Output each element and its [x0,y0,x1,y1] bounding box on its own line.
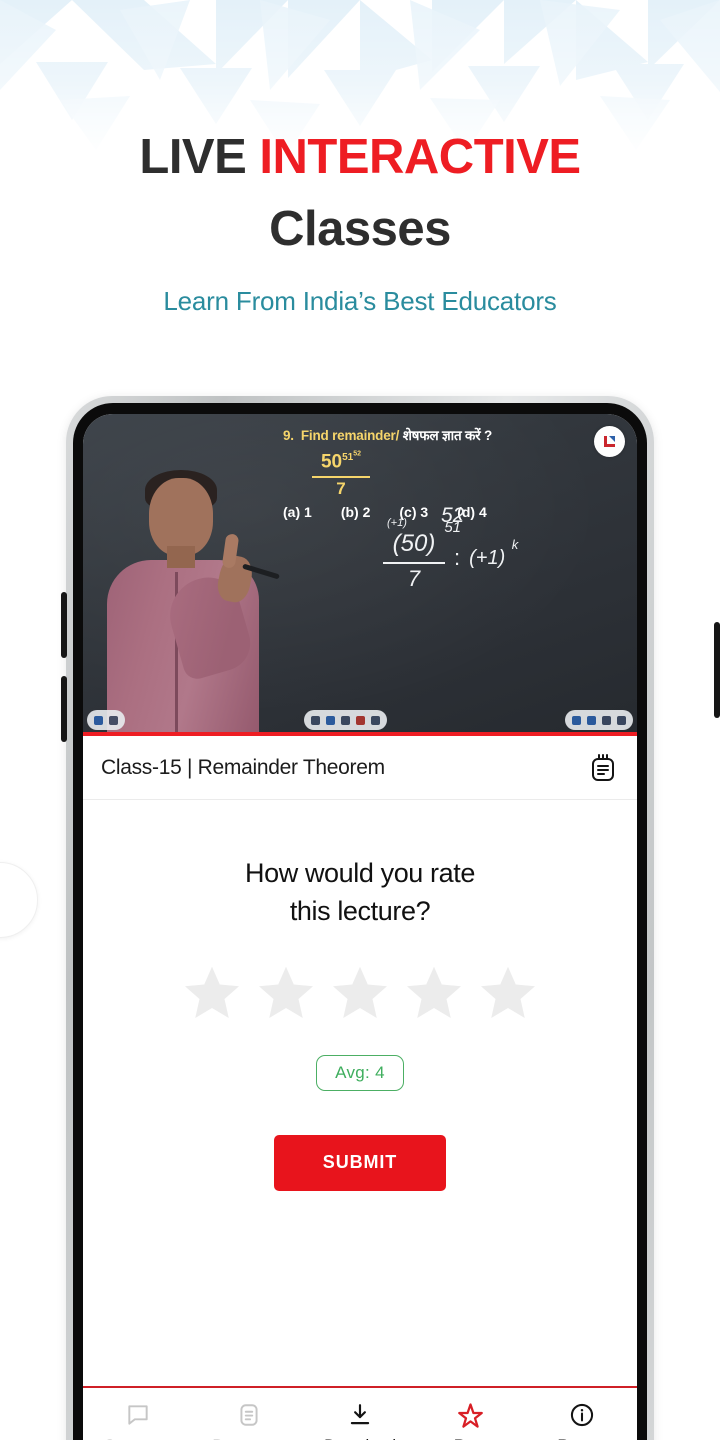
carousel-prev-arrow[interactable] [0,862,38,938]
chalk-base-annotation: (+1) [387,517,407,529]
lecture-title-bar: Class-15 | Remainder Theorem [83,736,637,800]
star-rating-widget[interactable] [83,963,637,1023]
instructor-figure [101,468,280,736]
tool-cluster-center[interactable] [303,710,387,730]
question-prompt-hi: शेषफल ज्ञात करें ? [402,428,493,443]
question-fraction: 505152 7 [312,451,370,499]
phone-screen: 9. Find remainder/ शेषफल ज्ञात करें ? 505… [83,414,637,1440]
fraction-exponent-2: 52 [353,451,362,458]
star-outline-icon [457,1401,484,1429]
info-icon [569,1401,595,1429]
fraction-exponent: 51 [342,452,354,464]
question-number: 9. [283,428,294,443]
rating-question-line1: How would you rate [245,858,475,888]
document-icon [236,1401,262,1429]
chalk-result-exponent: k [511,536,519,552]
star-2[interactable] [255,963,317,1023]
video-player[interactable]: 9. Find remainder/ शेषफल ज्ञात करें ? 505… [83,414,637,736]
tool-cluster-left[interactable] [87,710,125,730]
question-options: (a) 1 (b) 2 (c) 3 (d) 4 [283,504,573,520]
chalk-exponent: 51 [444,519,461,536]
tool-cluster-right[interactable] [565,710,633,730]
fraction-numerator: 50 [320,451,343,473]
question-prompt-en: Find remainder/ [300,428,400,443]
fraction-bar [312,475,370,478]
option-a: (a) 1 [283,503,312,520]
rating-panel: How would you rate this lecture? Avg: 4 … [83,800,637,1191]
comment-icon [125,1401,151,1429]
volume-up-button[interactable] [61,592,67,658]
nav-item-rate[interactable]: Rate [421,1401,521,1440]
phone-bezel: 9. Find remainder/ शेषफल ज्ञात करें ? 505… [73,403,647,1440]
chalk-equals: : [454,545,461,570]
average-rating-badge: Avg: 4 [316,1054,404,1091]
bottom-navigation-bar: Comment Document [83,1386,637,1440]
star-5[interactable] [477,963,539,1023]
headline-live-text: LIVE [139,130,260,184]
headline-classes-text: Classes [269,202,451,256]
rating-question-line2: this lecture? [289,896,431,927]
page-title: LIVE INTERACTIVE [0,133,720,182]
chalk-result: (+1) [469,546,506,569]
volume-down-button[interactable] [61,676,67,742]
hero-heading-block: LIVE INTERACTIVE Classes Learn From Indi… [0,133,720,317]
video-progress-bar[interactable] [83,732,637,736]
nav-item-comment[interactable]: Comment [88,1401,188,1440]
hero-subheading: Learn From India’s Best Educators [163,286,557,316]
nav-item-download[interactable]: Download [310,1401,410,1440]
promo-page: LIVE INTERACTIVE Classes Learn From Indi… [0,0,720,1440]
nav-item-document[interactable]: Document [199,1401,299,1440]
submit-button[interactable]: SUBMIT [274,1134,446,1191]
star-4[interactable] [403,963,465,1023]
board-question: 9. Find remainder/ शेषफल ज्ञात करें ? 505… [283,426,573,520]
lecture-title: Class-15 | Remainder Theorem [101,755,385,779]
headline-interactive-text: INTERACTIVE [259,130,581,184]
chalk-denominator: 7 [407,566,421,591]
star-1[interactable] [181,963,243,1023]
rating-question: How would you rate this lecture? [83,854,637,931]
chalk-fraction: (+1) (50) 51 7 [383,517,461,592]
power-button[interactable] [714,622,720,718]
phone-device-mockup: 9. Find remainder/ शेषफल ज्ञात करें ? 505… [61,396,720,1440]
notepad-icon[interactable] [587,752,619,784]
channel-logo-watermark [594,426,625,457]
star-3[interactable] [329,963,391,1023]
option-b: (b) 2 [340,503,371,520]
fraction-denominator: 7 [336,478,346,498]
nav-item-report[interactable]: Report [532,1401,632,1440]
chalk-base: 50 [400,530,428,557]
video-tool-row[interactable] [83,709,637,731]
download-icon [347,1401,373,1429]
